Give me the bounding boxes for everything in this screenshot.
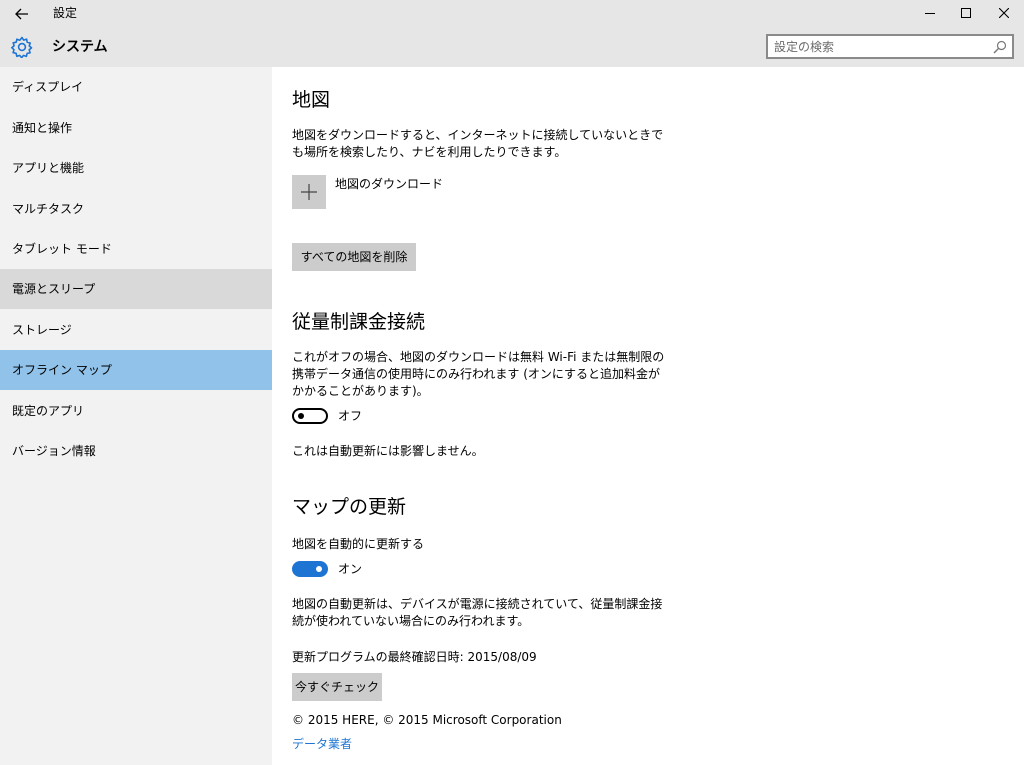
sidebar-item-storage[interactable]: ストレージ — [0, 310, 272, 350]
last-checked-text: 更新プログラムの最終確認日時: 2015/08/09 — [292, 650, 537, 664]
close-icon — [998, 6, 1010, 22]
search-icon[interactable] — [993, 39, 1007, 54]
search-box[interactable] — [766, 34, 1014, 59]
sidebar-item-tablet-mode[interactable]: タブレット モード — [0, 229, 272, 269]
sidebar-item-about[interactable]: バージョン情報 — [0, 431, 272, 471]
auto-update-toggle-label: オン — [338, 562, 363, 576]
plus-icon — [301, 184, 317, 200]
sidebar-item-power-sleep[interactable]: 電源とスリープ — [0, 269, 272, 309]
back-arrow-icon[interactable] — [8, 2, 36, 26]
maps-heading: 地図 — [292, 89, 331, 111]
metered-toggle[interactable] — [292, 408, 328, 424]
download-maps-label[interactable]: 地図のダウンロード — [335, 176, 443, 192]
maximize-icon — [961, 6, 971, 22]
maximize-button[interactable] — [948, 0, 984, 28]
title-and-header-bar: 設定 システム — [0, 0, 1024, 67]
updates-description: 地図の自動更新は、デバイスが電源に接続されていて、従量制課金接続が使われていない… — [292, 597, 663, 628]
metered-heading: 従量制課金接続 — [292, 311, 426, 333]
search-input[interactable] — [774, 38, 984, 56]
toggle-knob — [316, 566, 322, 572]
check-now-button[interactable]: 今すぐチェック — [292, 673, 382, 701]
download-maps-button[interactable] — [292, 175, 326, 209]
minimize-button[interactable] — [912, 0, 948, 28]
main-content: 地図 地図をダウンロードすると、インターネットに接続していないときでも場所を検索… — [292, 67, 1012, 765]
data-provider-link[interactable]: データ業者 — [292, 736, 352, 752]
sidebar-item-notifications[interactable]: 通知と操作 — [0, 108, 272, 148]
metered-toggle-label: オフ — [338, 409, 363, 423]
metered-description: これがオフの場合、地図のダウンロードは無料 Wi-Fi または無制限の携帯データ… — [292, 350, 665, 398]
sidebar-nav: ディスプレイ 通知と操作 アプリと機能 マルチタスク タブレット モード 電源と… — [0, 67, 272, 765]
page-title: システム — [52, 39, 108, 55]
close-button[interactable] — [986, 0, 1022, 28]
updates-heading: マップの更新 — [292, 496, 407, 518]
metered-note: これは自動更新には影響しません。 — [292, 444, 484, 458]
auto-update-toggle[interactable] — [292, 561, 328, 577]
delete-all-maps-button[interactable]: すべての地図を削除 — [292, 243, 416, 271]
sidebar-item-offline-maps[interactable]: オフライン マップ — [0, 350, 272, 390]
sidebar-item-multitasking[interactable]: マルチタスク — [0, 189, 272, 229]
auto-update-label: 地図を自動的に更新する — [292, 537, 425, 551]
toggle-knob — [298, 413, 304, 419]
gear-icon — [11, 36, 33, 59]
sidebar-item-apps-features[interactable]: アプリと機能 — [0, 148, 272, 188]
maps-description: 地図をダウンロードすると、インターネットに接続していないときでも場所を検索したり… — [292, 128, 664, 159]
window-title: 設定 — [53, 6, 78, 20]
copyright-text: © 2015 HERE, © 2015 Microsoft Corporatio… — [292, 713, 562, 727]
minimize-icon — [925, 6, 935, 22]
sidebar-item-display[interactable]: ディスプレイ — [0, 67, 272, 107]
settings-window: 設定 システム 設定の検索 ディスプレイ 通知と操作 アプリと機能 マルチタスク… — [0, 0, 1024, 765]
sidebar-item-default-apps[interactable]: 既定のアプリ — [0, 391, 272, 431]
